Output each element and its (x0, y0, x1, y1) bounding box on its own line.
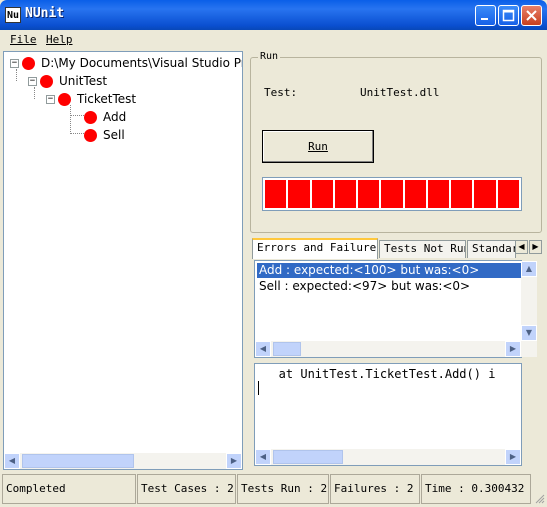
errors-list[interactable]: Add : expected:<100> but was:<0> Sell : … (254, 260, 537, 358)
progress-block (358, 180, 380, 208)
progress-block (404, 180, 426, 208)
tree-node-add[interactable]: Add (84, 108, 126, 126)
scroll-thumb[interactable] (22, 454, 134, 468)
tab-scroll-right-icon[interactable]: ▶ (529, 240, 542, 254)
scroll-down-arrow-icon[interactable]: ▼ (521, 431, 522, 447)
tree-node-label: D:\My Documents\Visual Studio Proj (41, 56, 243, 70)
tree-node-root[interactable]: − D:\My Documents\Visual Studio Proj (10, 54, 243, 72)
errors-vertical-scrollbar[interactable]: ▲ ▼ (521, 261, 537, 357)
close-icon (526, 10, 537, 21)
tree-node-label: Add (103, 110, 127, 124)
window-title: NUnit (25, 6, 65, 21)
minimize-button[interactable] (475, 5, 496, 26)
text-caret (258, 381, 259, 395)
maximize-button[interactable] (498, 5, 519, 26)
status-bar: Completed Test Cases : 2 Tests Run : 2 F… (0, 470, 547, 507)
collapse-icon[interactable]: − (10, 58, 19, 68)
test-tree[interactable]: − D:\My Documents\Visual Studio Proj − U… (3, 51, 243, 470)
test-progress-bar (262, 177, 522, 211)
resize-grip-icon[interactable] (533, 492, 545, 504)
tree-node-unittest[interactable]: − UnitTest (28, 72, 107, 90)
tree-node-label: UnitTest (59, 74, 108, 88)
tab-errors-and-failures[interactable]: Errors and Failures (252, 238, 378, 259)
progress-block (451, 180, 473, 208)
scroll-right-arrow-icon[interactable]: ▶ (505, 449, 521, 465)
status-time: Time : 0.300432 (421, 474, 531, 504)
tab-standard-output[interactable]: Standard (467, 240, 516, 258)
failed-status-icon (84, 128, 97, 142)
tab-tests-not-run[interactable]: Tests Not Run (379, 240, 466, 258)
failed-status-icon (58, 92, 71, 106)
menu-help[interactable]: Help (46, 33, 73, 46)
menu-bar: File Help (0, 30, 547, 50)
failed-status-icon (40, 74, 53, 88)
error-list-item[interactable]: Sell : expected:<97> but was:<0> (257, 279, 521, 294)
scroll-right-arrow-icon[interactable]: ▶ (226, 453, 242, 469)
failed-status-icon (84, 110, 97, 124)
progress-block (381, 180, 403, 208)
progress-block (427, 180, 450, 208)
tree-node-tickettest[interactable]: − TicketTest (46, 90, 136, 108)
run-button[interactable]: Run (262, 130, 374, 163)
title-bar[interactable]: Nu NUnit (0, 0, 547, 30)
tree-horizontal-scrollbar[interactable]: ◀ ▶ (4, 453, 242, 469)
tree-node-label: Sell (103, 128, 125, 142)
tree-connector (70, 133, 84, 134)
scroll-thumb[interactable] (273, 342, 301, 356)
progress-block (497, 180, 519, 208)
error-list-item[interactable]: Add : expected:<100> but was:<0> (257, 263, 521, 278)
minimize-icon (481, 18, 488, 20)
scroll-down-arrow-icon[interactable]: ▼ (521, 325, 537, 341)
run-group-title: Run (258, 51, 281, 62)
status-text: Completed (2, 474, 136, 504)
progress-block (334, 180, 357, 208)
scroll-right-arrow-icon[interactable]: ▶ (505, 341, 521, 357)
status-failures: Failures : 2 (330, 474, 420, 504)
maximize-icon (502, 9, 515, 22)
scroll-up-arrow-icon[interactable]: ▲ (521, 364, 522, 380)
stack-trace-panel[interactable]: at UnitTest.TicketTest.Add() i ▲ ▼ ◀ ▶ (254, 363, 522, 466)
tree-connector (70, 105, 71, 134)
scroll-left-arrow-icon[interactable]: ◀ (255, 449, 271, 465)
tab-scroll-left-icon[interactable]: ◀ (515, 240, 528, 254)
scroll-left-arrow-icon[interactable]: ◀ (255, 341, 271, 357)
collapse-icon[interactable]: − (46, 94, 55, 104)
status-tests-run: Tests Run : 2 (237, 474, 329, 504)
tree-connector (70, 115, 84, 116)
scroll-up-arrow-icon[interactable]: ▲ (521, 261, 537, 277)
progress-block (265, 180, 287, 208)
nunit-app-icon: Nu (5, 7, 21, 23)
result-tabs: Errors and Failures Tests Not Run Standa… (252, 238, 542, 259)
trace-vertical-scrollbar[interactable]: ▲ ▼ (521, 364, 522, 465)
progress-block (288, 180, 310, 208)
menu-file[interactable]: File (10, 33, 37, 46)
progress-block (474, 180, 496, 208)
failed-status-icon (22, 56, 35, 70)
errors-horizontal-scrollbar[interactable]: ◀ ▶ (255, 341, 521, 357)
test-label: Test: (264, 86, 298, 99)
tree-node-label: TicketTest (77, 92, 137, 106)
tree-node-sell[interactable]: Sell (84, 126, 125, 144)
collapse-icon[interactable]: − (28, 76, 37, 86)
scroll-left-arrow-icon[interactable]: ◀ (4, 453, 20, 469)
stack-trace-text: at UnitTest.TicketTest.Add() i (257, 367, 496, 381)
test-assembly-value: UnitTest.dll (360, 86, 440, 99)
close-button[interactable] (521, 5, 542, 26)
status-test-cases: Test Cases : 2 (137, 474, 236, 504)
progress-block (311, 180, 333, 208)
scroll-thumb[interactable] (273, 450, 343, 464)
trace-horizontal-scrollbar[interactable]: ◀ ▶ (255, 449, 521, 465)
